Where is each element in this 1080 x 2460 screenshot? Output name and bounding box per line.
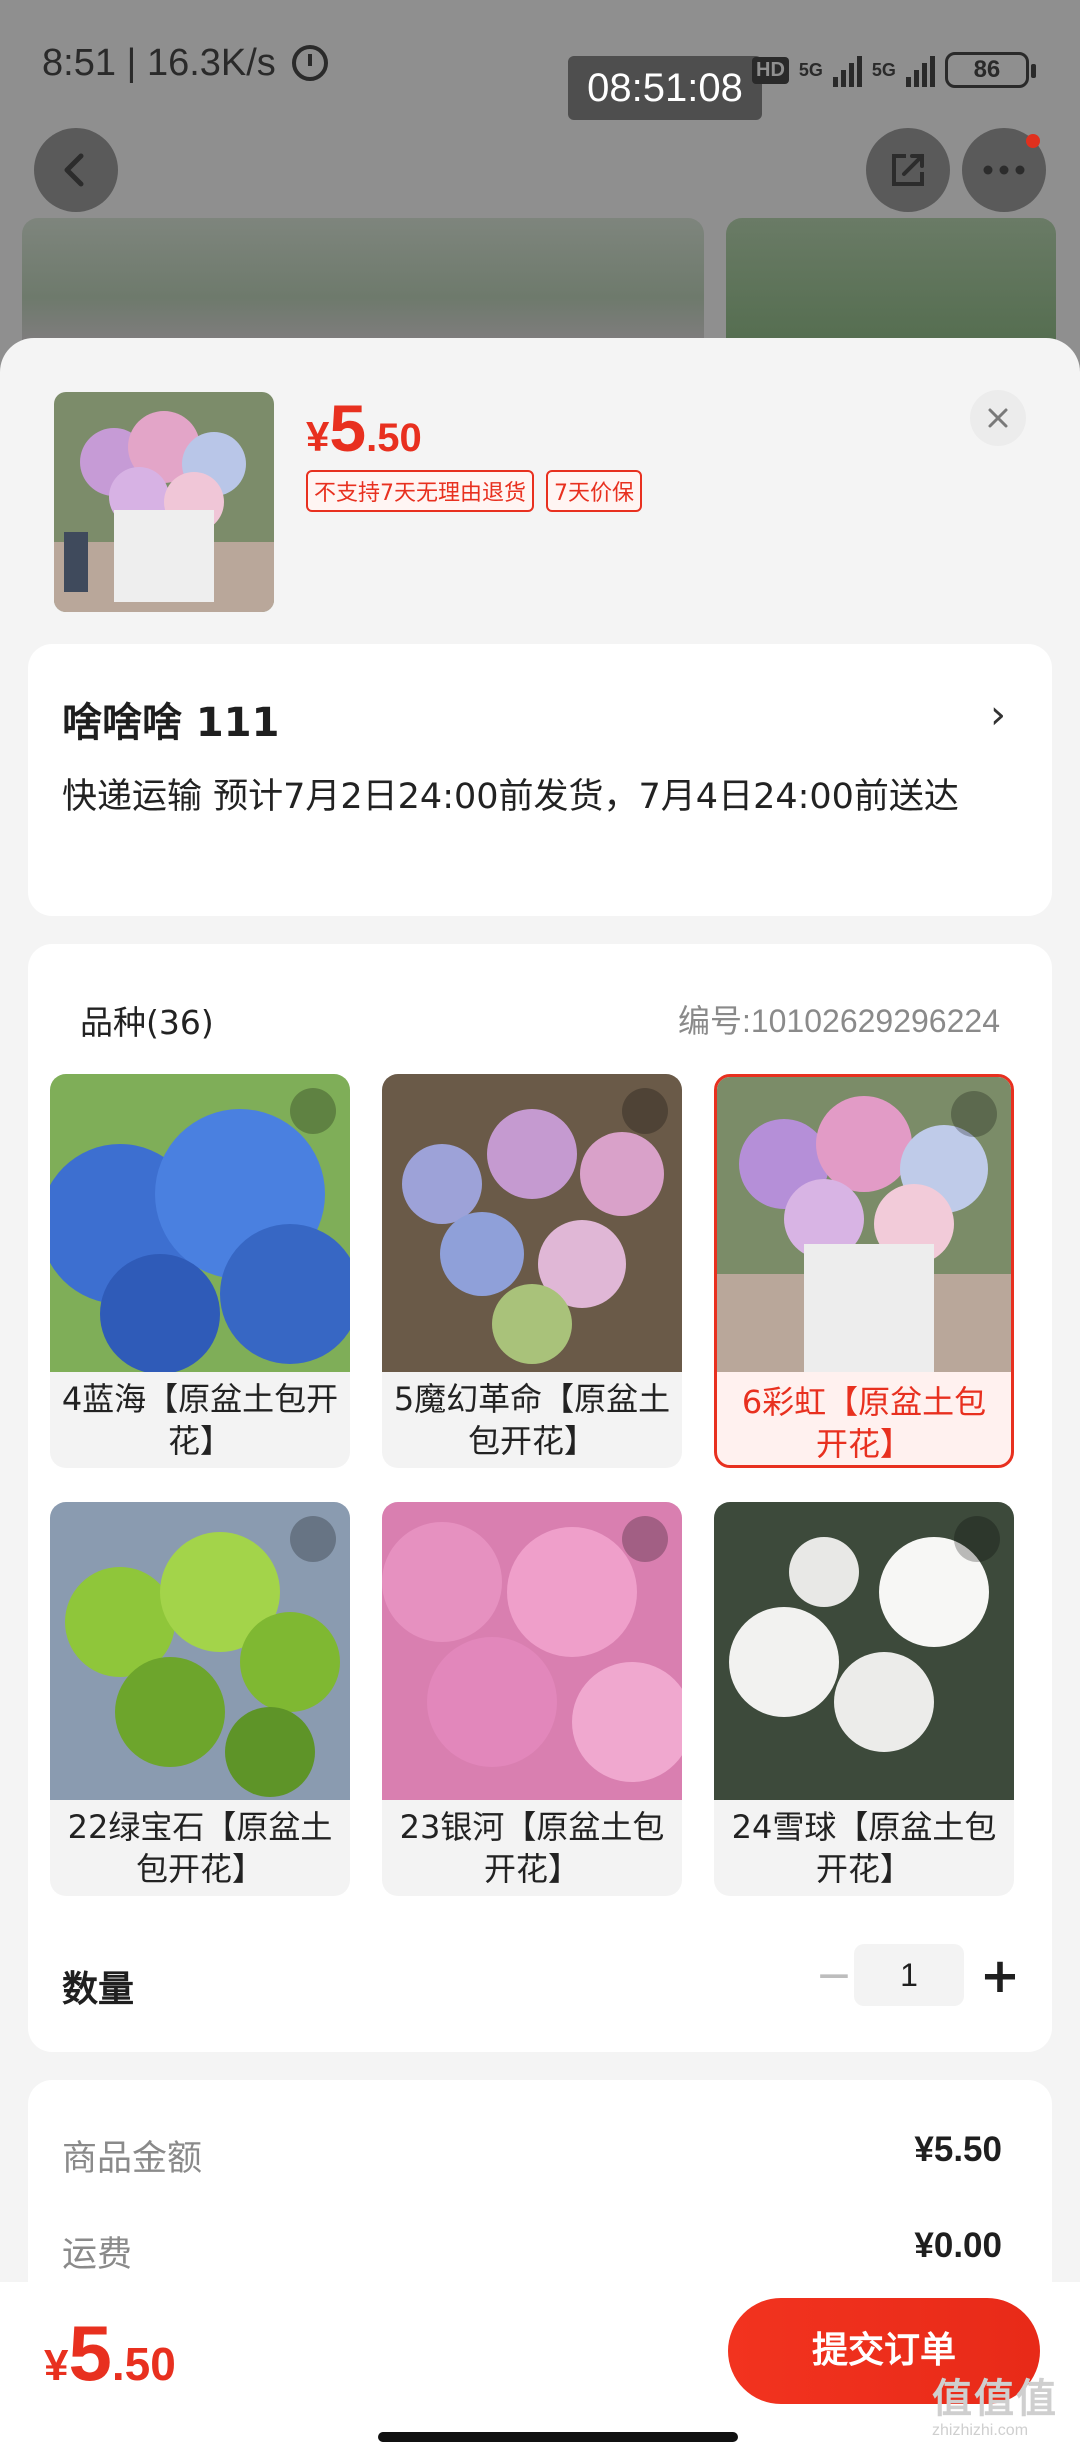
variant-code: 编号:10102629296224 bbox=[677, 1003, 1000, 1039]
quantity-input[interactable]: 1 bbox=[854, 1944, 964, 2006]
signal-icon bbox=[832, 53, 862, 87]
back-button[interactable] bbox=[34, 128, 118, 212]
expand-icon[interactable] bbox=[290, 1088, 336, 1134]
product-price: ¥ 5 .50 bbox=[306, 390, 422, 466]
variant-label: 24雪球【原盆土包开花】 bbox=[731, 1808, 997, 1888]
hydrangea-pot-image bbox=[54, 392, 274, 612]
price-integer: 5 bbox=[329, 391, 367, 465]
hd-icon: HD bbox=[752, 56, 789, 84]
recipient-name: 啥啥啥 111 bbox=[62, 700, 280, 746]
variant-card: 品种(36) 编号:10102629296224 4蓝海【原盆土包开花】 5魔幻… bbox=[28, 944, 1052, 2052]
expand-icon[interactable] bbox=[622, 1516, 668, 1562]
signal-icon-2 bbox=[905, 53, 935, 87]
total-integer: 5 bbox=[68, 2309, 112, 2397]
time-overlay: 08:51:08 bbox=[568, 56, 762, 120]
variant-option[interactable]: 24雪球【原盆土包开花】 bbox=[714, 1502, 1014, 1896]
chevron-right-icon: › bbox=[990, 692, 1006, 738]
shipping-fee-label: 运费 bbox=[62, 2235, 133, 2275]
status-time-text: 8:51 | 16.3K/s bbox=[42, 42, 276, 84]
shipping-estimate: 快递运输 预计7月2日24:00前发货，7月4日24:00前送达 bbox=[62, 777, 959, 817]
shipping-fee-row: 运费 ¥0.00 bbox=[62, 2226, 1002, 2277]
goods-amount-label: 商品金额 bbox=[62, 2139, 203, 2179]
network-label-2: 5G bbox=[871, 59, 896, 80]
quantity-label: 数量 bbox=[62, 1969, 135, 2010]
variant-label: 4蓝海【原盆土包开花】 bbox=[61, 1380, 339, 1460]
alarm-icon bbox=[292, 45, 329, 81]
watermark-url: zhizhizhi.com bbox=[932, 2422, 1029, 2439]
price-currency: ¥ bbox=[306, 413, 330, 460]
watermark-logo: 值值值 bbox=[932, 2376, 1058, 2422]
more-button[interactable] bbox=[962, 128, 1046, 212]
quantity-increase-button[interactable]: + bbox=[972, 1948, 1028, 2004]
service-tags: 不支持7天无理由退货 7天价保 bbox=[306, 470, 642, 512]
total-price: ¥ 5 .50 bbox=[44, 2308, 176, 2399]
network-label-1: 5G bbox=[798, 59, 823, 80]
variant-option[interactable]: 4蓝海【原盆土包开花】 bbox=[50, 1074, 350, 1468]
variant-label: 6彩虹【原盆土包开花】 bbox=[741, 1383, 987, 1463]
close-icon bbox=[988, 408, 1008, 428]
more-dots-icon bbox=[983, 165, 1025, 175]
status-icons: HD 5G 5G 86 bbox=[752, 48, 1036, 92]
chevron-left-icon bbox=[64, 153, 84, 187]
checkout-bar: ¥ 5 .50 提交订单 值值值 zhizhizhi.com bbox=[0, 2282, 1080, 2460]
product-thumbnail bbox=[54, 392, 274, 612]
status-time-speed: 8:51 | 16.3K/s bbox=[42, 42, 329, 85]
notification-dot bbox=[1026, 134, 1040, 148]
variant-option[interactable]: 22绿宝石【原盆土包开花】 bbox=[50, 1502, 350, 1896]
battery-icon: 86 bbox=[944, 52, 1036, 88]
address-card[interactable]: 啥啥啥 111 › 快递运输 预计7月2日24:00前发货，7月4日24:00前… bbox=[28, 644, 1052, 916]
tag-no-return: 不支持7天无理由退货 bbox=[306, 470, 534, 512]
share-button[interactable] bbox=[866, 128, 950, 212]
goods-amount-row: 商品金额 ¥5.50 bbox=[62, 2130, 1002, 2181]
expand-icon[interactable] bbox=[954, 1516, 1000, 1562]
tag-price-protection: 7天价保 bbox=[546, 470, 642, 512]
variant-option[interactable]: 5魔幻革命【原盆土包开花】 bbox=[382, 1074, 682, 1468]
home-indicator[interactable] bbox=[378, 2432, 738, 2442]
variant-label: 22绿宝石【原盆土包开花】 bbox=[67, 1808, 333, 1888]
expand-icon[interactable] bbox=[622, 1088, 668, 1134]
close-button[interactable] bbox=[970, 390, 1026, 446]
total-currency: ¥ bbox=[44, 2341, 69, 2390]
total-decimal: .50 bbox=[111, 2338, 176, 2390]
variant-title: 品种(36) bbox=[80, 1003, 214, 1042]
goods-amount-value: ¥5.50 bbox=[914, 2130, 1002, 2169]
variant-label: 5魔幻革命【原盆土包开花】 bbox=[393, 1380, 671, 1460]
expand-icon[interactable] bbox=[290, 1516, 336, 1562]
shipping-fee-value: ¥0.00 bbox=[914, 2226, 1002, 2265]
variant-option-selected[interactable]: 6彩虹【原盆土包开花】 bbox=[714, 1074, 1014, 1468]
status-bar: 8:51 | 16.3K/s 08:51:08 HD 5G 5G 86 bbox=[0, 0, 1080, 130]
sku-selection-sheet: ¥ 5 .50 不支持7天无理由退货 7天价保 啥啥啥 111 › 快递运输 预… bbox=[0, 338, 1080, 2460]
price-decimal: .50 bbox=[366, 416, 422, 460]
variant-label: 23银河【原盆土包开花】 bbox=[399, 1808, 665, 1888]
share-icon bbox=[892, 154, 924, 186]
variant-option[interactable]: 23银河【原盆土包开花】 bbox=[382, 1502, 682, 1896]
expand-icon[interactable] bbox=[951, 1091, 997, 1137]
